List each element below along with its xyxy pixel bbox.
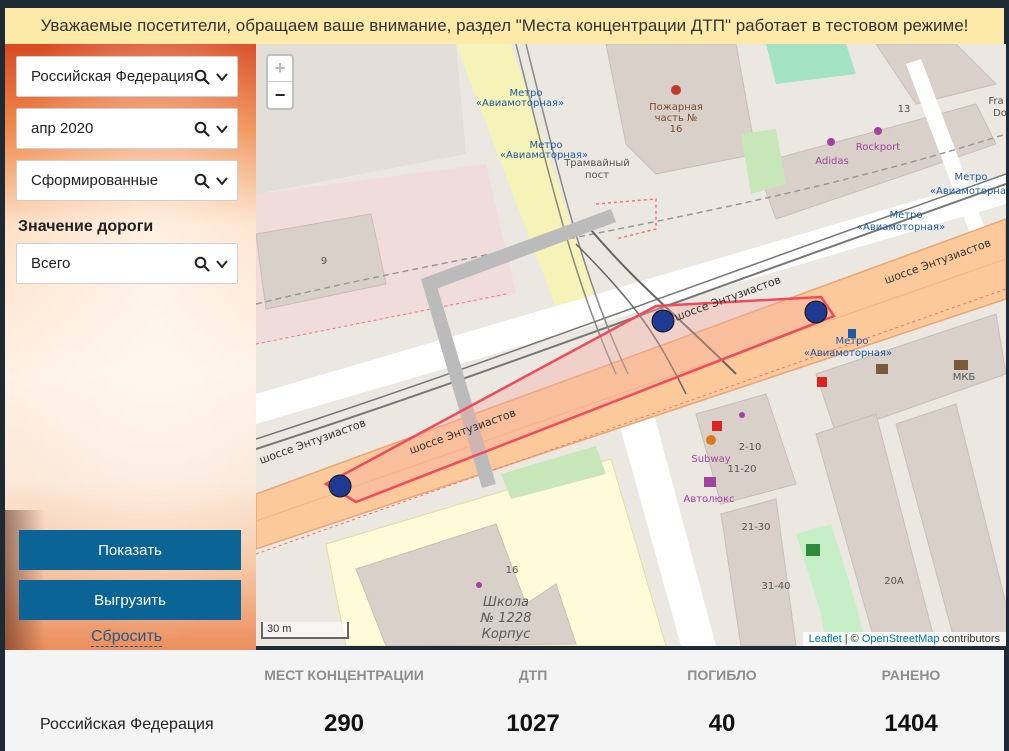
show-button[interactable]: Показать: [19, 530, 241, 570]
fire-station-label-1: Пожарная: [649, 102, 703, 113]
incident-marker[interactable]: [328, 474, 352, 498]
osm-link[interactable]: OpenStreetMap: [862, 633, 940, 645]
building-number: 9: [321, 256, 327, 267]
road-name-label: шоссе Энтузиастов: [883, 236, 993, 287]
stat-value: 40: [708, 710, 736, 737]
chevron-down-icon: [216, 124, 228, 134]
leaflet-link[interactable]: Leaflet: [809, 633, 842, 645]
chevron-down-icon: [216, 72, 228, 82]
metro-label: Метро: [889, 210, 922, 221]
building-number: 31-40: [761, 581, 790, 592]
attribution-contributors: contributors: [939, 633, 1000, 645]
building-number: 20А: [884, 576, 904, 587]
incident-marker[interactable]: [804, 300, 828, 324]
tram-depot-label-2: пост: [585, 170, 609, 181]
metro-label: Метро: [954, 172, 987, 183]
stat-label: МЕСТ КОНЦЕНТРАЦИИ: [264, 667, 424, 683]
school-label-3: Корпус: [482, 627, 531, 642]
fire-station-label-2: часть №: [655, 113, 698, 124]
restaurant-icon: [706, 435, 716, 445]
region-select-value: Российская Федерация: [31, 68, 194, 85]
search-icon: [194, 121, 210, 137]
status-select[interactable]: Сформированные: [16, 160, 238, 201]
stat-value: 1404: [884, 710, 938, 737]
tram-depot-label-1: Трамвайный: [563, 158, 630, 169]
adidas-label: Adidas: [815, 156, 848, 167]
poi-dot: [739, 412, 745, 418]
rockport-label: Rockport: [856, 142, 900, 153]
bank-label: МКБ: [953, 372, 976, 383]
subway-label: Subway: [691, 454, 730, 465]
school-label-1: Школа: [483, 595, 529, 610]
stat-label: ПОГИБЛО: [687, 667, 757, 683]
map-view[interactable]: Метро «Авиамоторная» Метро «Авиамоторная…: [256, 44, 1006, 646]
road-name-label: шоссе Энтузиастов: [258, 416, 368, 467]
map-overlay: Метро «Авиамоторная» Метро «Авиамоторная…: [258, 85, 1006, 642]
stat-value: 290: [323, 710, 365, 737]
building-number: 21-30: [741, 522, 770, 533]
fire-station-label-3: 16: [670, 124, 683, 135]
school-label-2: № 1228: [480, 611, 532, 626]
building-number: 13: [898, 104, 911, 115]
stat-label: РАНЕНО: [881, 667, 941, 683]
search-icon: [194, 69, 210, 85]
reset-link[interactable]: Сбросить: [91, 628, 163, 647]
export-button[interactable]: Выгрузить: [19, 580, 241, 620]
metro-station-label: «Авиамоторная»: [857, 222, 945, 233]
stats-region-name: Российская Федерация: [40, 716, 214, 733]
statistics-panel: Российская Федерация МЕСТ КОНЦЕНТРАЦИИ 2…: [5, 650, 1004, 751]
metro-station-label: «Авиамоторная»: [930, 186, 1006, 197]
bus-stop-icon: [848, 329, 856, 338]
period-select[interactable]: апр 2020: [16, 108, 238, 149]
stat-value: 1027: [506, 710, 560, 737]
zoom-in-button[interactable]: +: [268, 56, 292, 82]
shop-icon: [704, 477, 716, 487]
attribution-sep: | ©: [841, 633, 862, 645]
filter-sidebar: Российская Федерация апр 2020 Сформирова…: [5, 44, 256, 650]
incident-marker[interactable]: [651, 309, 675, 333]
road-type-label: Значение дороги: [18, 218, 154, 235]
road-type-select[interactable]: Всего: [16, 243, 238, 284]
status-select-value: Сформированные: [31, 172, 159, 189]
road-type-select-value: Всего: [31, 255, 71, 272]
pharmacy-icon: [817, 377, 827, 387]
library-icon: [876, 364, 888, 374]
map-scale-bar: 30 m: [261, 622, 349, 639]
poi-label: Do: [993, 108, 1006, 119]
banner-text: Уважаемые посетители, обращаем ваше вним…: [40, 16, 969, 35]
road-name-label: шоссе Энтузиастов: [408, 406, 518, 457]
metro-station-label: «Авиамоторная»: [804, 348, 892, 359]
period-select-value: апр 2020: [31, 120, 94, 137]
stat-label: ДТП: [518, 667, 548, 683]
avtolux-label: Автолюкс: [683, 494, 734, 505]
pharmacy-icon: [712, 421, 722, 431]
region-select[interactable]: Российская Федерация: [16, 56, 238, 97]
building-number: 11-20: [727, 464, 756, 475]
chevron-down-icon: [216, 259, 228, 269]
search-icon: [194, 256, 210, 272]
zoom-out-button[interactable]: −: [268, 82, 292, 108]
road-name-label: шоссе Энтузиастов: [673, 273, 783, 324]
chevron-down-icon: [216, 176, 228, 186]
search-icon: [194, 173, 210, 189]
building-number: 2-10: [739, 442, 762, 453]
building-number: 16: [506, 565, 519, 576]
shop-icon: [827, 138, 835, 146]
map-attribution: Leaflet | © OpenStreetMap contributors: [802, 632, 1006, 646]
metro-station-label: «Авиамоторная»: [476, 98, 564, 109]
poi-dot: [476, 582, 482, 588]
bank-icon: [954, 360, 968, 370]
poi-label: Fra: [988, 96, 1003, 107]
playground-icon: [806, 544, 820, 556]
shop-icon: [874, 127, 882, 135]
zoom-control: + −: [266, 54, 294, 110]
test-mode-banner: Уважаемые посетители, обращаем ваше вним…: [5, 8, 1004, 44]
fire-icon: [671, 85, 681, 95]
